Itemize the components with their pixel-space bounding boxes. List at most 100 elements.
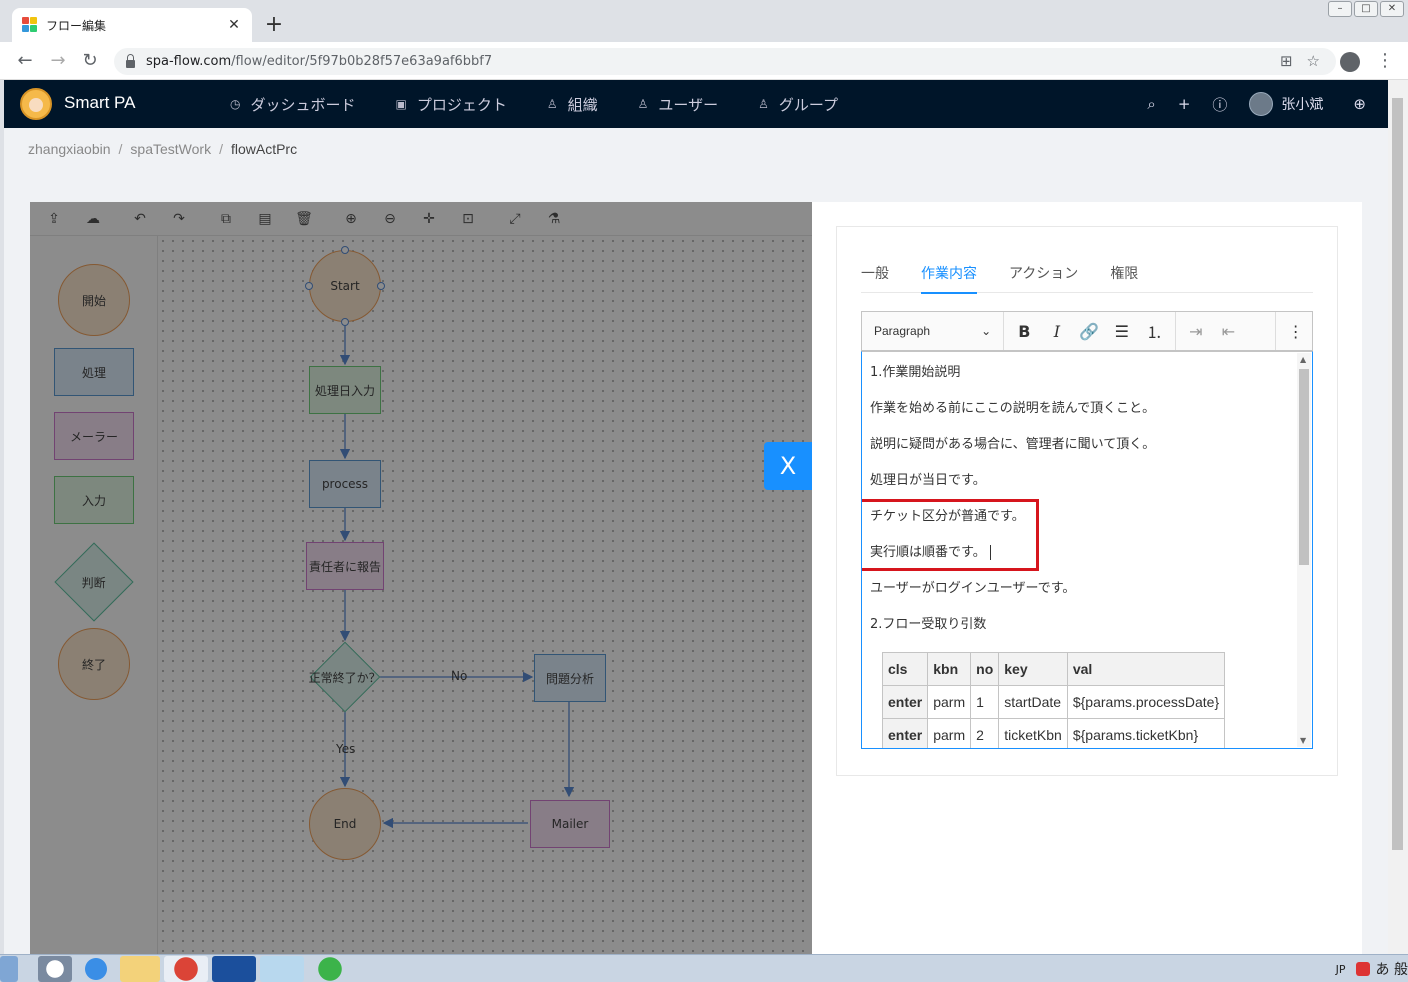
content-line: 作業を始める前にここの説明を読んで頂くこと。 [870, 401, 1156, 416]
ime-icon[interactable] [1355, 962, 1370, 976]
numbered-list-icon[interactable]: ⒈ [1138, 312, 1170, 350]
group-icon: ♙ [758, 97, 769, 111]
italic-icon[interactable]: I [1041, 312, 1073, 350]
outdent-icon[interactable]: ⇤ [1212, 312, 1244, 350]
table-header: cls [881, 652, 929, 686]
nav-dashboard[interactable]: ◷ ダッシュボード [230, 80, 356, 128]
indent-icon[interactable]: ⇥ [1180, 312, 1212, 350]
minimize-icon[interactable]: – [1328, 1, 1352, 17]
content-line: 1.作業開始説明 [870, 365, 961, 380]
breadcrumb-owner[interactable]: zhangxiaobin [28, 141, 111, 157]
page-viewport: Smart PA ◷ ダッシュボード ▣ プロジェクト ♙ 組織 ♙ ユーザー ♙ グルー… [4, 80, 1388, 954]
table-header: no [970, 652, 1000, 686]
avatar[interactable] [1249, 92, 1274, 116]
table-cell: enter [881, 685, 929, 719]
rte-scrollbar[interactable]: ▲ ▼ [1297, 353, 1311, 747]
paragraph-select[interactable]: Paragraph ⌄ [862, 312, 1005, 350]
content-line: ユーザーがログインユーザーです。 [870, 581, 1076, 596]
content-line: 説明に疑問がある場合に、管理者に聞いて頂く。 [870, 437, 1156, 452]
header-actions: ⌕ + ⓘ 张小斌 ⊕ [1147, 80, 1388, 128]
organization-icon: ♙ [546, 97, 558, 111]
window-controls: – □ ✕ [1328, 1, 1404, 17]
drawer-close-button[interactable]: X [764, 442, 812, 490]
mp-app-icon[interactable] [212, 955, 256, 982]
search-icon[interactable]: ⌕ [1147, 95, 1155, 113]
more-options-icon[interactable]: ⋮ [1280, 312, 1312, 350]
clock-app-icon[interactable] [38, 955, 72, 982]
table-header: val [1066, 652, 1226, 686]
scroll-down-icon[interactable]: ▼ [1300, 736, 1306, 745]
notepad-icon[interactable] [260, 955, 304, 982]
flow-editor: ⇪ ☁ ↶ ↷ ⧉ ▤ 🗑 ⊕ ⊖ ✛ ⊡ ⤢ ⚗ 開始 処理 メーラー 入力 … [30, 202, 1362, 954]
toolbar-divider [1174, 312, 1176, 350]
table-cell: ${params.ticketKbn} [1066, 718, 1226, 748]
scroll-up-icon[interactable]: ▲ [1300, 355, 1306, 364]
language-icon[interactable]: ⊕ [1353, 95, 1366, 113]
maximize-icon[interactable]: □ [1354, 1, 1378, 17]
url-text: spa-flow.com/flow/editor/5f97b0b28f57e63… [146, 54, 493, 69]
show-desktop-icon[interactable] [0, 955, 18, 982]
scroll-thumb[interactable] [1299, 369, 1309, 565]
canvas-area: ⇪ ☁ ↶ ↷ ⧉ ▤ 🗑 ⊕ ⊖ ✛ ⊡ ⤢ ⚗ 開始 処理 メーラー 入力 … [30, 202, 812, 954]
chevron-down-icon: ⌄ [981, 324, 992, 338]
forward-icon[interactable]: → [47, 50, 69, 72]
back-icon[interactable]: ← [14, 50, 36, 72]
window-close-icon[interactable]: ✕ [1380, 1, 1404, 17]
add-icon[interactable]: + [1178, 95, 1191, 113]
rte-content[interactable]: 1.作業開始説明 作業を始める前にここの説明を読んで頂くこと。 説明に疑問がある… [861, 351, 1313, 749]
table-cell: ticketKbn [998, 718, 1068, 748]
app-logo[interactable] [20, 88, 52, 120]
brand-name[interactable]: Smart PA [64, 93, 135, 113]
tab-work-content[interactable]: 作業内容 [921, 257, 977, 294]
browser-tab[interactable]: フロー編集 ✕ [12, 8, 252, 42]
table-row: enter parm 2 ticketKbn ${params.ticketKb… [881, 718, 1226, 748]
browser-menu-icon[interactable]: ⋮ [1376, 50, 1394, 71]
profile-icon[interactable] [1340, 52, 1360, 72]
ie-icon[interactable] [76, 955, 116, 982]
chrome-icon[interactable] [164, 955, 208, 982]
ime-mode[interactable]: あ 般 [1376, 959, 1408, 979]
properties-drawer: 一般 作業内容 アクション 権限 Paragraph ⌄ B I 🔗 ☰ ⒈ ⇥… [812, 202, 1362, 954]
tab-general[interactable]: 一般 [861, 257, 889, 293]
bold-icon[interactable]: B [1008, 312, 1040, 350]
new-tab-icon[interactable]: + [262, 12, 286, 38]
app-header: Smart PA ◷ ダッシュボード ▣ プロジェクト ♙ 組織 ♙ ユーザー ♙ グルー… [4, 80, 1388, 128]
properties-card: 一般 作業内容 アクション 権限 Paragraph ⌄ B I 🔗 ☰ ⒈ ⇥… [836, 226, 1338, 776]
page-scrollbar[interactable] [1388, 80, 1408, 954]
address-bar[interactable]: spa-flow.com/flow/editor/5f97b0b28f57e63… [114, 48, 1336, 75]
table-cell: ${params.processDate} [1066, 685, 1226, 719]
username[interactable]: 张小斌 [1281, 94, 1323, 114]
nav-project[interactable]: ▣ プロジェクト [396, 80, 507, 128]
link-icon[interactable]: 🔗 [1073, 312, 1105, 350]
favicon-icon [22, 17, 38, 33]
tab-actions[interactable]: アクション [1009, 257, 1078, 293]
user-icon: ♙ [637, 97, 649, 111]
bulleted-list-icon[interactable]: ☰ [1106, 312, 1138, 350]
table-cell: 1 [970, 685, 1000, 719]
dashboard-icon: ◷ [230, 97, 241, 111]
page-scroll-thumb[interactable] [1392, 98, 1403, 850]
content-line: 2.フロー受取り引数 [870, 617, 987, 632]
wechat-icon[interactable] [308, 955, 352, 982]
language-indicator[interactable]: JP [1336, 963, 1346, 976]
browser-toolbar: ← → ↻ spa-flow.com/flow/editor/5f97b0b28… [0, 42, 1408, 80]
table-header: key [998, 652, 1068, 686]
modal-mask[interactable] [30, 202, 812, 954]
table-cell: parm [927, 685, 972, 719]
tab-permissions[interactable]: 権限 [1110, 257, 1138, 293]
reload-icon[interactable]: ↻ [79, 50, 101, 72]
folder-icon[interactable] [120, 955, 160, 982]
nav-user[interactable]: ♙ ユーザー [638, 80, 718, 128]
tab-close-icon[interactable]: ✕ [226, 17, 242, 33]
nav-organization[interactable]: ♙ 組織 [547, 80, 598, 128]
drawer-tabs: 一般 作業内容 アクション 権限 [861, 257, 1313, 294]
help-icon[interactable]: ⓘ [1212, 94, 1227, 115]
breadcrumb-project[interactable]: spaTestWork [130, 141, 211, 157]
table-header: kbn [927, 652, 972, 686]
nav-group[interactable]: ♙ グループ [758, 80, 838, 128]
taskbar: JP あ 般 [0, 954, 1408, 982]
toolbar-divider [1274, 312, 1276, 350]
params-table: cls kbn no key val enter parm 1 startDat… [881, 652, 1226, 748]
translate-icon[interactable]: ⊞ [1280, 52, 1293, 70]
bookmark-star-icon[interactable]: ☆ [1307, 52, 1320, 70]
